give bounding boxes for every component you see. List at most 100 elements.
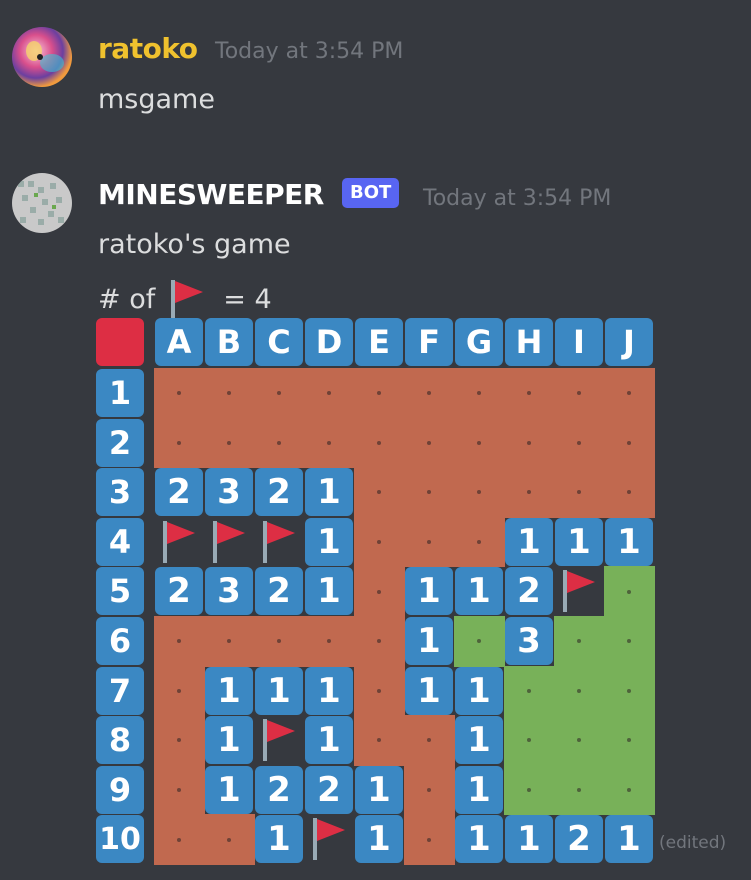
board-cell-c6[interactable]	[254, 616, 305, 667]
board-cell-b8: 1	[205, 716, 253, 765]
board-cell-e2[interactable]	[354, 417, 405, 469]
bot-avatar-minesweeper[interactable]	[12, 173, 72, 233]
username[interactable]: ratoko	[98, 32, 198, 65]
board-cell-i1[interactable]	[554, 368, 605, 419]
board-cell-b2[interactable]	[204, 417, 255, 469]
column-header-a: A	[155, 318, 203, 366]
board-cell-h3[interactable]	[504, 467, 555, 518]
column-header-j: J	[605, 318, 653, 366]
flag-icon	[167, 278, 217, 320]
board-cell-f7: 1	[405, 666, 453, 715]
row-header-10: 10	[96, 815, 144, 864]
board-cell-c8[interactable]	[255, 716, 303, 764]
board-cell-i2[interactable]	[554, 417, 605, 469]
board-cell-a7[interactable]	[154, 665, 205, 717]
flag-icon	[213, 520, 245, 563]
board-cell-d5: 1	[305, 567, 353, 616]
board-cell-e7[interactable]	[354, 665, 405, 717]
board-cell-e8[interactable]	[354, 715, 405, 766]
cell-dot	[327, 391, 332, 396]
board-cell-i5[interactable]	[555, 567, 603, 615]
cell-dot	[477, 391, 482, 396]
message-text: ratoko's game	[98, 229, 291, 260]
board-cell-i9	[554, 764, 605, 816]
board-cell-e4[interactable]	[354, 516, 405, 568]
cell-dot	[377, 589, 382, 594]
board-cell-f8[interactable]	[404, 715, 455, 766]
board-cell-a6[interactable]	[154, 616, 205, 667]
board-cell-b1[interactable]	[204, 368, 255, 419]
cell-dot	[577, 490, 582, 495]
board-cell-h2[interactable]	[504, 417, 555, 469]
flag-icon	[163, 520, 195, 563]
board-cell-i8	[554, 715, 605, 766]
board-cell-e3[interactable]	[354, 467, 405, 518]
board-cell-d4: 1	[305, 517, 353, 566]
board-cell-b4[interactable]	[205, 518, 253, 566]
cell-dot	[627, 738, 632, 743]
board-cell-j1[interactable]	[604, 368, 655, 419]
board-cell-j3[interactable]	[604, 467, 655, 518]
board-cell-a1[interactable]	[154, 368, 205, 419]
board-cell-f2[interactable]	[404, 417, 455, 469]
board-cell-b3: 3	[205, 468, 253, 517]
board-cell-g1[interactable]	[454, 368, 505, 419]
board-cell-a2[interactable]	[154, 417, 205, 469]
cell-dot	[177, 639, 182, 644]
board-cell-g10: 1	[455, 815, 503, 864]
cell-dot	[527, 490, 532, 495]
cell-dot	[477, 490, 482, 495]
board-cell-h8	[504, 715, 555, 766]
board-cell-g9: 1	[455, 765, 503, 814]
board-cell-j2[interactable]	[604, 417, 655, 469]
cell-dot	[577, 788, 582, 793]
board-cell-f9[interactable]	[404, 764, 455, 816]
board-cell-f10[interactable]	[404, 814, 455, 865]
board-cell-i3[interactable]	[554, 467, 605, 518]
board-cell-a10[interactable]	[154, 814, 205, 865]
flag-icon	[263, 719, 295, 762]
board-cell-i7	[554, 665, 605, 717]
board-cell-c2[interactable]	[254, 417, 305, 469]
board-cell-d10[interactable]	[305, 815, 353, 863]
board-cell-b6[interactable]	[204, 616, 255, 667]
flag-icon	[563, 570, 595, 613]
board-cell-a8[interactable]	[154, 715, 205, 766]
board-cell-j5	[604, 566, 655, 617]
board-cell-g2[interactable]	[454, 417, 505, 469]
cell-dot	[377, 639, 382, 644]
board-cell-f3[interactable]	[404, 467, 455, 518]
cell-dot	[327, 440, 332, 445]
board-cell-e6[interactable]	[354, 616, 405, 667]
board-cell-f4[interactable]	[404, 516, 455, 568]
cell-dot	[627, 391, 632, 396]
board-cell-h7	[504, 665, 555, 717]
cell-dot	[177, 738, 182, 743]
bot-username[interactable]: MINESWEEPER	[98, 178, 324, 211]
board-cell-e1[interactable]	[354, 368, 405, 419]
board-cell-c4[interactable]	[255, 518, 303, 566]
cell-dot	[377, 688, 382, 693]
board-cell-j7	[604, 665, 655, 717]
column-header-e: E	[355, 318, 403, 366]
cell-dot	[527, 788, 532, 793]
board-cell-g3[interactable]	[454, 467, 505, 518]
board-cell-d6[interactable]	[304, 616, 355, 667]
row-header-5: 5	[96, 567, 144, 616]
board-cell-a9[interactable]	[154, 764, 205, 816]
board-cell-c7: 1	[255, 666, 303, 715]
cell-dot	[577, 688, 582, 693]
board-cell-a4[interactable]	[155, 518, 203, 566]
board-cell-g4[interactable]	[454, 516, 505, 568]
board-cell-f1[interactable]	[404, 368, 455, 419]
board-cell-d1[interactable]	[304, 368, 355, 419]
board-cell-d2[interactable]	[304, 417, 355, 469]
board-cell-b10[interactable]	[204, 814, 255, 865]
board-cell-c1[interactable]	[254, 368, 305, 419]
board-cell-h1[interactable]	[504, 368, 555, 419]
row-header-2: 2	[96, 418, 144, 467]
board-cell-e5[interactable]	[354, 566, 405, 617]
user-avatar-ratoko[interactable]	[12, 27, 72, 87]
cell-dot	[277, 391, 282, 396]
cell-dot	[477, 639, 482, 644]
